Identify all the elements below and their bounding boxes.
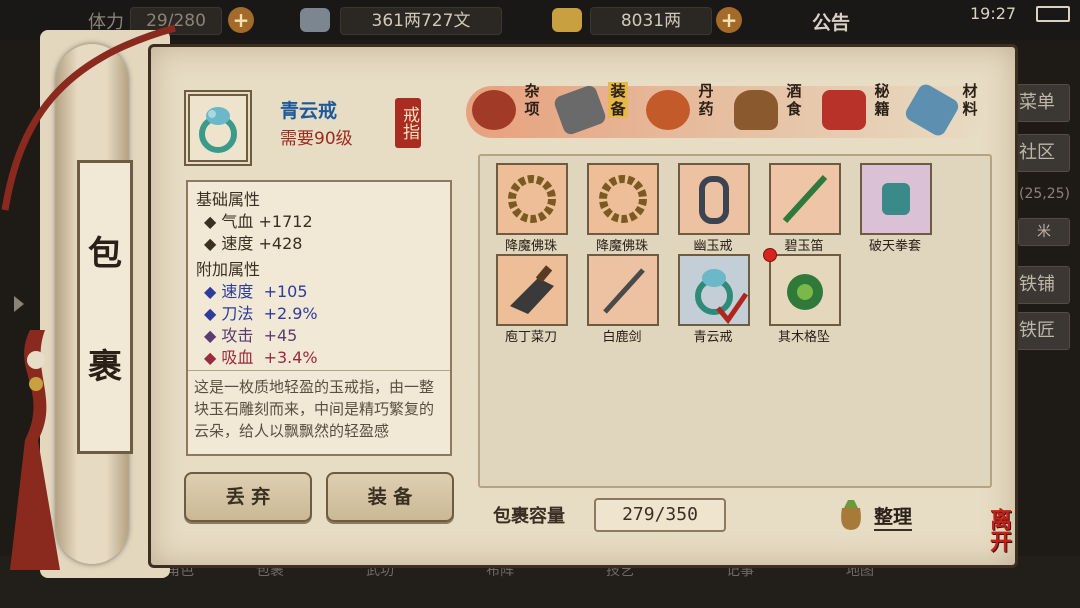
item-name-label: 幽玉戒 <box>693 239 733 254</box>
tassel-decoration <box>10 330 60 570</box>
jade-ring-icon <box>199 107 237 153</box>
item-name-label: 降魔佛珠 <box>595 239 648 254</box>
tab-label: 杂项 <box>524 82 540 118</box>
tab-manuals[interactable]: 秘籍 <box>816 80 896 140</box>
item-name-label: 破天拳套 <box>868 239 921 254</box>
prayer-beads-icon <box>589 165 657 233</box>
attr-value: +105 <box>263 282 308 301</box>
attr-label: 吸血 <box>221 348 254 367</box>
attr-label: 刀法 <box>221 304 254 323</box>
inventory-slot[interactable] <box>587 254 659 326</box>
attr-value: +3.4% <box>263 348 318 367</box>
dark-ring-icon <box>680 165 748 233</box>
base-attr-row: ◆ 速度 +428 <box>204 234 303 253</box>
side-menu-rice[interactable]: 米 <box>1018 218 1070 246</box>
sword-icon <box>589 256 657 324</box>
extra-attr-title: 附加属性 <box>196 260 261 279</box>
capacity-value: 279/350 <box>594 498 726 532</box>
equip-button[interactable]: 装 备 <box>326 472 454 522</box>
gold-display: 8031两 <box>590 7 712 35</box>
selected-item-icon <box>188 94 248 162</box>
scroll-title-char: 裹 <box>88 346 122 387</box>
extra-attr-row: ◆ 吸血 +3.4% <box>204 348 318 367</box>
bag-icon <box>841 500 861 530</box>
attr-label: 攻击 <box>221 326 254 345</box>
inventory-slot-selected[interactable] <box>678 254 750 326</box>
discard-button[interactable]: 丢 弃 <box>184 472 312 522</box>
cleaver-icon <box>498 256 566 324</box>
attr-value: +2.9% <box>263 304 318 323</box>
sort-button[interactable]: 整理 <box>834 496 924 532</box>
weapons-icon <box>552 83 608 137</box>
gauntlet-icon <box>862 165 930 233</box>
scroll-arrow-icon[interactable] <box>14 296 24 312</box>
books-icon <box>822 90 866 130</box>
capacity-label: 包裹容量 <box>493 506 565 527</box>
inventory-slot[interactable] <box>678 163 750 235</box>
clock: 19:27 <box>970 4 1017 23</box>
tab-label: 丹药 <box>698 82 714 118</box>
jar-icon <box>472 90 516 130</box>
leave-button[interactable]: 离开 <box>983 508 1029 566</box>
extra-attr-row: ◆ 攻击 +45 <box>204 326 298 345</box>
leave-label: 离开 <box>986 508 1012 552</box>
item-name: 青云戒 <box>280 100 338 122</box>
stamina-add-button[interactable]: + <box>228 7 254 33</box>
crystal-icon <box>902 81 962 139</box>
sort-label: 整理 <box>874 502 913 531</box>
new-item-pin-icon <box>763 248 777 262</box>
inventory-slot[interactable] <box>496 163 568 235</box>
map-coordinates: (25,25) <box>1018 186 1070 202</box>
base-attr-row: ◆ 气血 +1712 <box>204 212 313 231</box>
jade-pendant-icon <box>771 256 839 324</box>
attr-value: +45 <box>263 326 298 345</box>
attr-value: +428 <box>258 234 303 253</box>
item-level-requirement: 需要90级 <box>280 129 353 149</box>
tab-label: 秘籍 <box>874 82 890 118</box>
inventory-slot[interactable] <box>587 163 659 235</box>
tab-misc[interactable]: 杂项 <box>466 80 546 140</box>
base-attr-title: 基础属性 <box>196 190 261 209</box>
silver-ingot-icon <box>300 8 330 32</box>
tab-label: 材料 <box>962 82 978 118</box>
wine-jug-icon <box>734 90 778 130</box>
item-name-label: 降魔佛珠 <box>504 239 557 254</box>
tab-label: 酒食 <box>786 82 802 118</box>
attribute-panel: 基础属性 ◆ 气血 +1712 ◆ 速度 +428 附加属性 ◆ 速度 +105… <box>186 180 452 456</box>
attr-label: 气血 <box>221 212 254 231</box>
tab-label: 装备 <box>608 82 628 118</box>
prayer-beads-icon <box>498 165 566 233</box>
inventory-slot[interactable] <box>860 163 932 235</box>
pills-icon <box>646 90 690 130</box>
attr-label: 速度 <box>221 282 254 301</box>
tab-food[interactable]: 酒食 <box>728 80 808 140</box>
inventory-slot[interactable] <box>769 254 841 326</box>
extra-attr-row: ◆ 速度 +105 <box>204 282 308 301</box>
battery-icon <box>1036 6 1070 22</box>
item-name-label: 白鹿剑 <box>602 330 642 345</box>
checkmark-icon <box>716 292 749 325</box>
scroll-title-char: 包 <box>88 234 122 275</box>
item-description: 这是一枚质地轻盈的玉戒指，由一整块玉石雕刻而来，中间是精巧繁复的云朵，给人以飘飘… <box>194 378 435 440</box>
item-name-label: 青云戒 <box>693 330 733 345</box>
tab-materials[interactable]: 材料 <box>902 80 984 140</box>
item-name-label: 庖丁菜刀 <box>504 330 557 345</box>
attr-label: 速度 <box>221 234 254 253</box>
item-name-label: 其木格坠 <box>777 330 830 345</box>
gold-add-button[interactable]: + <box>716 7 742 33</box>
inventory-slot[interactable] <box>496 254 568 326</box>
item-type-stamp: 戒指 <box>395 98 421 148</box>
jade-flute-icon <box>771 165 839 233</box>
gold-ingot-icon <box>552 8 582 32</box>
tab-pills[interactable]: 丹药 <box>640 80 720 140</box>
silver-money-display: 361两727文 <box>340 7 502 35</box>
attr-value: +1712 <box>258 212 313 231</box>
inventory-slot[interactable] <box>769 163 841 235</box>
notice-button[interactable]: 公告 <box>812 8 850 35</box>
tab-equipment[interactable]: 装备 <box>552 80 632 140</box>
extra-attr-row: ◆ 刀法 +2.9% <box>204 304 318 323</box>
